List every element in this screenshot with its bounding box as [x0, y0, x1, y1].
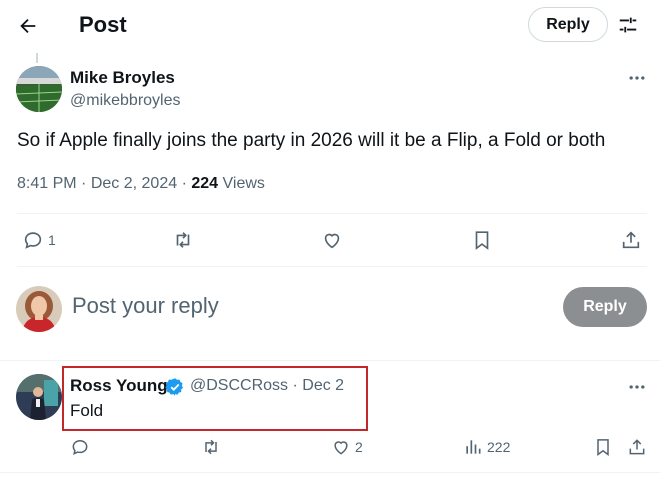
- like-icon: [324, 233, 340, 249]
- divider: [17, 266, 647, 267]
- divider: [0, 472, 660, 473]
- like-action[interactable]: [321, 229, 347, 251]
- reply-bookmark-action[interactable]: [593, 437, 613, 457]
- reply-like-count: 2: [355, 439, 363, 455]
- meta-separator: ·: [292, 377, 303, 394]
- author-name[interactable]: Mike Broyles: [70, 68, 175, 88]
- divider: [0, 360, 660, 361]
- back-arrow-icon: [20, 18, 36, 34]
- post-time[interactable]: 8:41 PM: [17, 175, 77, 192]
- filter-button[interactable]: [614, 11, 642, 39]
- post-meta: 8:41 PM · Dec 2, 2024 · 224 Views: [17, 175, 265, 193]
- more-icon: [629, 76, 645, 80]
- divider: [17, 213, 647, 214]
- author-handle[interactable]: @mikebbroyles: [70, 92, 181, 110]
- reply-author-avatar[interactable]: [16, 374, 62, 420]
- reply-author-name[interactable]: Ross Young: [70, 376, 168, 396]
- more-icon: [629, 385, 645, 389]
- reply-like-action[interactable]: 2: [331, 437, 363, 457]
- bookmark-action[interactable]: [471, 229, 497, 251]
- back-button[interactable]: [12, 10, 44, 42]
- reply-more-button[interactable]: [625, 375, 649, 399]
- reply-count: 1: [48, 232, 56, 248]
- reply-views-action[interactable]: 222: [463, 437, 510, 457]
- author-avatar[interactable]: [16, 66, 62, 112]
- reply-share-action[interactable]: [627, 437, 647, 457]
- reply-button-top[interactable]: Reply: [528, 7, 608, 42]
- share-action[interactable]: [620, 229, 642, 251]
- post-more-button[interactable]: [625, 66, 649, 90]
- reply-repost-action[interactable]: [200, 437, 226, 457]
- post-date[interactable]: Dec 2, 2024: [91, 175, 177, 192]
- post-text: So if Apple finally joins the party in 2…: [17, 130, 606, 151]
- bookmark-icon: [597, 439, 609, 456]
- like-icon: [334, 441, 348, 455]
- tune-icon: [619, 17, 637, 33]
- current-user-avatar[interactable]: [16, 286, 62, 332]
- reply-author-handle[interactable]: @DSCCRoss: [190, 377, 288, 394]
- reply-input[interactable]: Post your reply: [72, 293, 219, 319]
- reply-author-meta: @DSCCRoss · Dec 2: [190, 377, 344, 395]
- views-count: 224: [191, 175, 219, 192]
- views-icon: [466, 440, 481, 454]
- reply-submit-button[interactable]: Reply: [563, 287, 647, 327]
- views-label: Views: [222, 175, 265, 192]
- page-title: Post: [79, 12, 127, 37]
- reply-reply-action[interactable]: [70, 437, 94, 457]
- reply-action[interactable]: 1: [22, 229, 56, 251]
- bookmark-icon: [475, 231, 489, 250]
- share-icon: [629, 439, 645, 455]
- thread-line: [36, 53, 38, 63]
- reply-text: Fold: [70, 401, 104, 420]
- repost-action[interactable]: [171, 229, 199, 251]
- reply-icon: [24, 232, 42, 249]
- reply-date[interactable]: Dec 2: [302, 377, 344, 394]
- verified-icon: [165, 378, 183, 396]
- top-bar: Post Reply: [0, 0, 660, 52]
- reply-views-count: 222: [487, 439, 511, 455]
- meta-separator: ·: [81, 175, 91, 192]
- repost-icon: [176, 232, 190, 248]
- reply-icon: [72, 439, 88, 455]
- meta-separator: ·: [181, 175, 192, 192]
- repost-icon: [205, 439, 217, 455]
- share-icon: [622, 231, 640, 249]
